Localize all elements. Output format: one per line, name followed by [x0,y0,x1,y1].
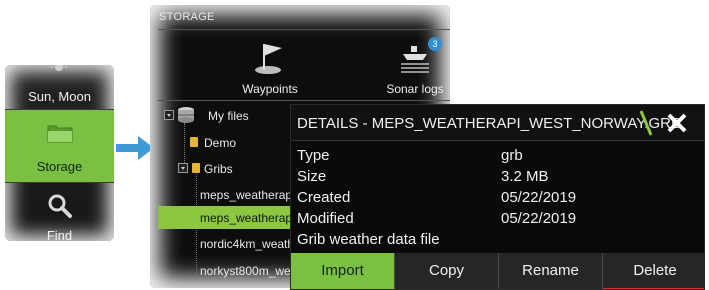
menu-item-sun-moon[interactable]: Sun, Moon [5,65,114,109]
sonar-logs-count-badge: 3 [428,37,442,51]
magnifier-icon [48,194,72,218]
tree-item-label: My files [208,109,249,123]
drive-icon [178,107,194,123]
tree-item-label: norkyst800m_weat [200,264,301,278]
waypoint-flag-icon [255,44,282,74]
main-menu: Sun, Moon Storage Find [5,65,114,241]
property-label: Created [297,189,351,206]
dialog-header: DETAILS - MEPS_WEATHERAPI_WEST_NORWAY.GR… [291,105,704,141]
menu-item-label: Find [46,228,73,241]
property-label: Type [297,147,330,164]
sun-moon-icon [51,65,67,71]
tree-item-label: nordic4km_weathe [200,237,301,251]
storage-title: STORAGE [159,11,215,23]
menu-item-label: Sun, Moon [28,89,91,104]
import-button[interactable]: Import [291,253,395,289]
property-label: Size [297,168,327,185]
property-value: 05/22/2019 [501,189,577,206]
dialog-title: DETAILS - MEPS_WEATHERAPI_WEST_NORWAY.GR… [297,115,681,132]
tree-item-label: meps_weatherapi_ [200,211,302,225]
rename-button[interactable]: Rename [499,253,603,289]
waypoints-tile[interactable]: Waypoints [220,35,320,100]
folder-icon [47,125,73,143]
sonar-logs-tile[interactable]: 3 Sonar logs [365,35,450,100]
property-label: Modified [297,210,354,227]
copy-button[interactable]: Copy [395,253,499,289]
header-divider [158,29,450,30]
tree-item-label: Demo [204,136,237,150]
details-dialog: DETAILS - MEPS_WEATHERAPI_WEST_NORWAY.GR… [290,104,705,290]
menu-item-label: Storage [36,159,83,174]
folder-icon [190,137,198,147]
tree-item-label: meps_weatherapi_ [200,188,302,202]
tiles-divider [158,100,450,101]
menu-item-find[interactable]: Find [5,183,114,241]
accent-slash-icon [639,110,653,136]
tree-item-label: Gribs [204,162,233,176]
dialog-button-bar: Import Copy Rename Delete [291,253,704,289]
expand-toggle[interactable] [178,163,188,173]
expand-toggle[interactable] [164,110,174,120]
property-value: 05/22/2019 [501,210,577,227]
delete-button[interactable]: Delete [603,253,704,289]
property-value: grb [501,147,523,164]
property-value: 3.2 MB [501,168,549,185]
sonar-logs-label: Sonar logs [386,82,444,96]
close-icon[interactable] [665,111,689,135]
menu-item-storage[interactable]: Storage [5,110,114,182]
file-description: Grib weather data file [297,231,440,248]
folder-icon [192,163,200,173]
waypoints-label: Waypoints [242,82,298,96]
